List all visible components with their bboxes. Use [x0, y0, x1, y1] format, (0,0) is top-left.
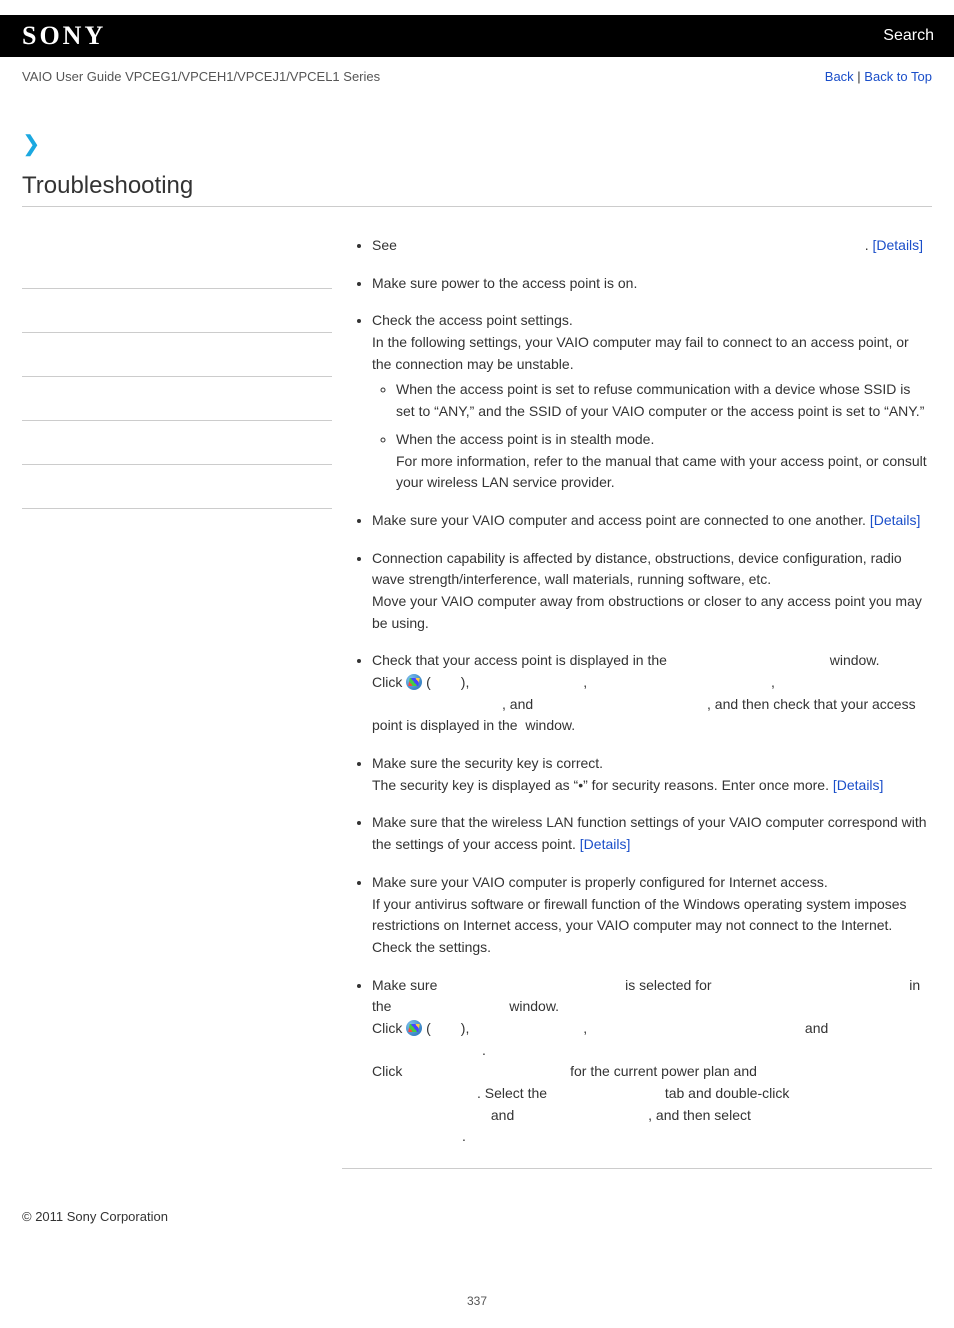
text: Move your VAIO computer away from obstru… [372, 593, 922, 631]
text: If your antivirus software or firewall f… [372, 896, 907, 955]
content-divider [342, 1168, 932, 1169]
list-item: Connection capability is affected by dis… [372, 548, 932, 635]
text: . [482, 1042, 486, 1058]
list-item: Make sure that the wireless LAN function… [372, 812, 932, 855]
brand-logo: SONY [22, 21, 106, 51]
sub-list-item: When the access point is in stealth mode… [396, 429, 932, 494]
search-link[interactable]: Search [883, 27, 934, 45]
header-bar: SONY Search [0, 15, 954, 57]
expand-arrow-icon[interactable]: ❯ [22, 131, 954, 157]
text: When the access point is in stealth mode… [396, 431, 654, 447]
nav-links: Back | Back to Top [825, 69, 932, 84]
text: window. [521, 717, 575, 733]
text: window. [505, 998, 559, 1014]
breadcrumb: VAIO User Guide VPCEG1/VPCEH1/VPCEJ1/VPC… [22, 69, 380, 84]
details-link[interactable]: [Details] [870, 512, 921, 528]
text: and [801, 1020, 828, 1036]
text: Connection capability is affected by dis… [372, 550, 902, 588]
text: Check that your access point is displaye… [372, 652, 671, 668]
text: window. [830, 652, 880, 668]
text: The security key is displayed as “•” for… [372, 777, 833, 793]
details-link[interactable]: [Details] [580, 836, 631, 852]
sidebar-item[interactable] [22, 465, 332, 509]
text: , [771, 674, 779, 690]
nav-separator: | [854, 69, 865, 84]
text: for the current power plan and [566, 1063, 761, 1079]
main-content: See . [Details] Make sure power to the a… [332, 215, 932, 1169]
text: . Select the [477, 1085, 551, 1101]
text: ( [422, 1020, 431, 1036]
text: . [462, 1128, 466, 1144]
text: is selected for [621, 977, 715, 993]
page-number: 337 [0, 1294, 954, 1328]
text: Make sure your VAIO computer is properly… [372, 874, 828, 890]
list-item: Make sure is selected for in the window.… [372, 975, 932, 1149]
text: Click [372, 674, 406, 690]
copyright: © 2011 Sony Corporation [0, 1169, 954, 1224]
text: Make sure the security key is correct. [372, 755, 603, 771]
windows-start-icon [406, 1020, 422, 1036]
text: and [487, 1107, 518, 1123]
text: ), [461, 1020, 473, 1036]
list-item: Make sure power to the access point is o… [372, 273, 932, 295]
troubleshooting-list: See . [Details] Make sure power to the a… [342, 235, 932, 1148]
list-item: Make sure your VAIO computer is properly… [372, 872, 932, 959]
details-link[interactable]: [Details] [833, 777, 884, 793]
text: Click [372, 1020, 406, 1036]
sidebar-item[interactable] [22, 421, 332, 465]
text: , [583, 674, 591, 690]
text: , and then select [648, 1107, 755, 1123]
sidebar-item[interactable] [22, 333, 332, 377]
sidebar [22, 215, 332, 1169]
list-item: Make sure the security key is correct. T… [372, 753, 932, 796]
text: Click [372, 1063, 406, 1079]
text: , [583, 1020, 591, 1036]
content-wrap: See . [Details] Make sure power to the a… [0, 215, 954, 1169]
sub-list-item: When the access point is set to refuse c… [396, 379, 932, 422]
text: , and then check that your access point … [372, 696, 916, 734]
sub-list: When the access point is set to refuse c… [372, 379, 932, 493]
sidebar-item[interactable] [22, 377, 332, 421]
list-item: Make sure your VAIO computer and access … [372, 510, 932, 532]
text: Check the access point settings. [372, 312, 573, 328]
list-item: Check that your access point is displaye… [372, 650, 932, 737]
sidebar-item[interactable] [22, 245, 332, 289]
text: tab and double-click [661, 1085, 793, 1101]
page-title: Troubleshooting [22, 172, 932, 207]
sidebar-item[interactable] [22, 289, 332, 333]
back-link[interactable]: Back [825, 69, 854, 84]
windows-start-icon [406, 674, 422, 690]
text: For more information, refer to the manua… [396, 453, 927, 491]
sub-header: VAIO User Guide VPCEG1/VPCEH1/VPCEJ1/VPC… [0, 57, 954, 96]
text: See [372, 237, 401, 253]
text: Make sure that the wireless LAN function… [372, 814, 927, 852]
back-to-top-link[interactable]: Back to Top [864, 69, 932, 84]
text: Make sure [372, 977, 441, 993]
text: ( [422, 674, 431, 690]
text: , and [502, 696, 537, 712]
list-item: Check the access point settings. In the … [372, 310, 932, 494]
text: In the following settings, your VAIO com… [372, 334, 909, 372]
list-item: See . [Details] [372, 235, 932, 257]
text: Make sure your VAIO computer and access … [372, 512, 870, 528]
details-link[interactable]: [Details] [872, 237, 923, 253]
text: ), [461, 674, 473, 690]
